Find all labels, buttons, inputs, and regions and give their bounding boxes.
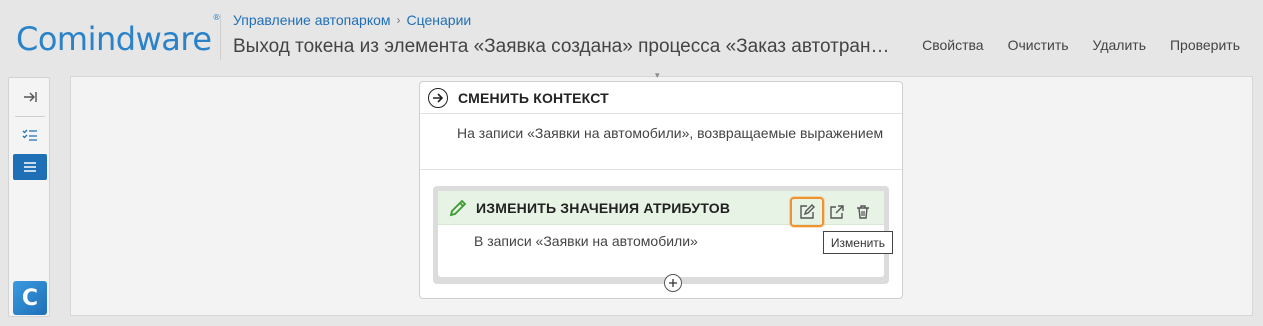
list-view-button[interactable] [13, 154, 47, 180]
app-logo: Comindware® [16, 13, 220, 58]
external-link-icon [830, 205, 844, 219]
checklist-button[interactable] [13, 122, 47, 148]
list-icon [24, 162, 36, 172]
header-actions: Свойства Очистить Удалить Проверить [922, 37, 1240, 53]
pencil-icon [448, 198, 468, 218]
open-external-button[interactable] [826, 201, 848, 223]
connector-arrow-icon: ▾ [655, 70, 660, 80]
edit-icon [800, 204, 815, 219]
edit-tooltip: Изменить [823, 231, 893, 254]
attributes-card-header: ИЗМЕНИТЬ ЗНАЧЕНИЯ АТРИБУТОВ [438, 191, 884, 227]
attributes-card-title: ИЗМЕНИТЬ ЗНАЧЕНИЯ АТРИБУТОВ [476, 199, 731, 216]
collapse-arrow-icon [24, 92, 37, 102]
chevron-right-icon: › [396, 13, 401, 27]
clear-button[interactable]: Очистить [1008, 37, 1069, 53]
add-action-button[interactable] [664, 274, 682, 292]
checklist-icon [22, 129, 37, 141]
breadcrumb: Управление автопарком › Сценарии [233, 12, 471, 28]
app-c-logo[interactable]: C [13, 281, 47, 315]
page-title: Выход токена из элемента «Заявка создана… [233, 36, 893, 57]
delete-card-button[interactable] [852, 201, 874, 223]
trash-icon [857, 205, 869, 219]
toolbar-divider [15, 116, 45, 117]
plus-icon [669, 279, 677, 287]
breadcrumb-item-fleet[interactable]: Управление автопарком [233, 12, 391, 28]
context-card-header: СМЕНИТЬ КОНТЕКСТ [420, 82, 902, 114]
card-tools [790, 197, 874, 227]
arrow-right-circle-icon [428, 87, 448, 108]
check-button[interactable]: Проверить [1170, 37, 1240, 53]
properties-button[interactable]: Свойства [922, 37, 983, 53]
edit-button[interactable] [790, 197, 824, 227]
delete-button[interactable]: Удалить [1093, 37, 1146, 53]
context-card-description: На записи «Заявки на автомобили», возвра… [420, 114, 902, 170]
breadcrumb-item-scenarios[interactable]: Сценарии [407, 12, 472, 28]
change-context-card[interactable]: СМЕНИТЬ КОНТЕКСТ На записи «Заявки на ав… [419, 81, 903, 299]
attributes-card-description: В записи «Заявки на автомобили» [474, 233, 698, 249]
header-divider [220, 14, 221, 60]
change-attributes-card[interactable]: ИЗМЕНИТЬ ЗНАЧЕНИЯ АТРИБУТОВ В записи «За… [438, 191, 884, 277]
left-toolbar: C [8, 77, 50, 317]
context-card-title: СМЕНИТЬ КОНТЕКСТ [458, 89, 609, 106]
nested-actions-container: ИЗМЕНИТЬ ЗНАЧЕНИЯ АТРИБУТОВ В записи «За… [433, 186, 889, 292]
collapse-panel-button[interactable] [13, 84, 47, 110]
